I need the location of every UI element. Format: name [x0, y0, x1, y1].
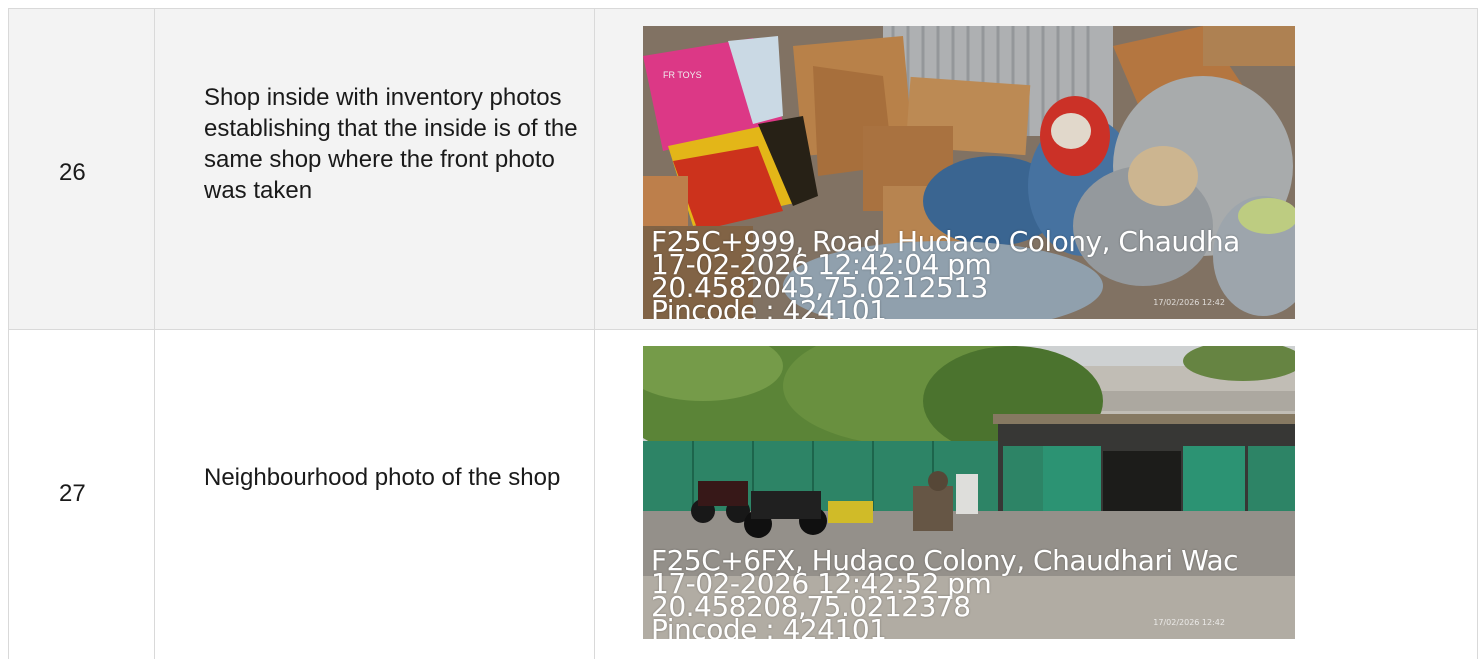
- serial-cell: 27: [9, 330, 155, 659]
- table-row: 27 Neighbourhood photo of the shop F25C+…: [8, 329, 1478, 659]
- neighbourhood-photo: F25C+6FX, Hudaco Colony, Chaudhari Wac 1…: [643, 346, 1295, 639]
- camera-timestamp: 17/02/2026 12:42: [1153, 298, 1225, 307]
- camera-timestamp: 17/02/2026 12:42: [1153, 618, 1225, 627]
- shop-inside-photo: FR TOYS: [643, 26, 1295, 319]
- description-cell: Neighbourhood photo of the shop: [155, 330, 595, 659]
- serial-cell: 26: [9, 9, 155, 329]
- description-cell: Shop inside with inventory photos establ…: [155, 9, 595, 329]
- row-description: Shop inside with inventory photos establ…: [204, 84, 578, 204]
- geo-stamp: F25C+6FX, Hudaco Colony, Chaudhari Wac 1…: [651, 547, 1239, 640]
- geo-stamp: F25C+999, Road, Hudaco Colony, Chaudha 1…: [651, 228, 1240, 320]
- photo-cell: FR TOYS: [595, 9, 1477, 329]
- row-number: 26: [59, 159, 86, 186]
- row-number: 27: [59, 480, 86, 507]
- table-row: 26 Shop inside with inventory photos est…: [8, 8, 1478, 329]
- photo-cell: F25C+6FX, Hudaco Colony, Chaudhari Wac 1…: [595, 330, 1477, 659]
- row-description: Neighbourhood photo of the shop: [204, 464, 561, 491]
